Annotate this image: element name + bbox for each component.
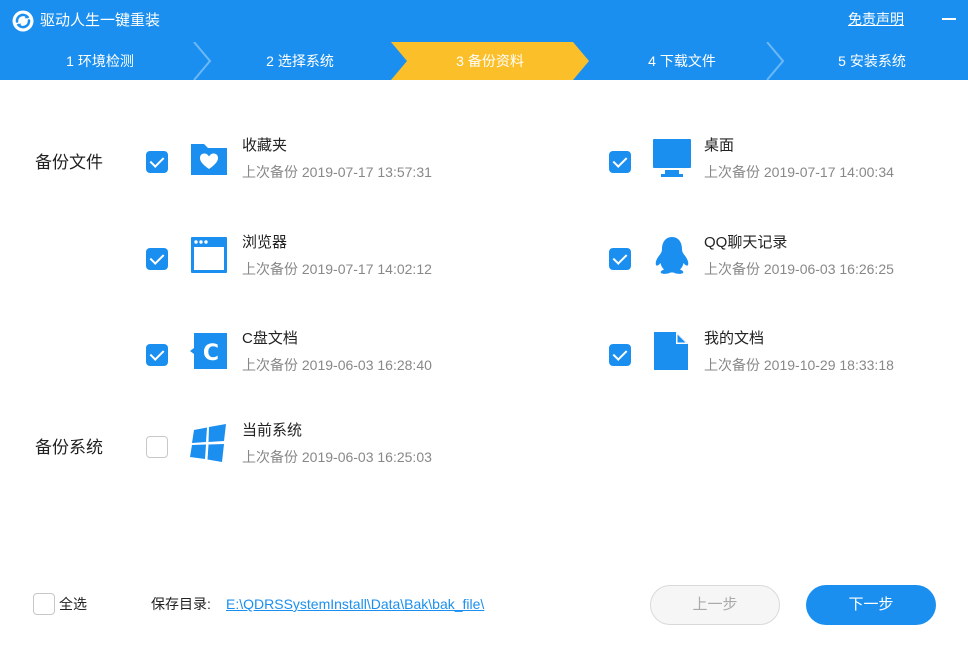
step-4: 4 下载文件 xyxy=(648,53,716,69)
favorites-title: 收藏夹 xyxy=(242,137,288,154)
my-documents-title: 我的文档 xyxy=(704,330,765,347)
my-documents-last-backup: 上次备份 2019-10-29 18:33:18 xyxy=(704,357,894,373)
c-drive-docs-title: C盘文档 xyxy=(242,330,298,347)
disclaimer-link[interactable]: 免责声明 xyxy=(848,9,904,29)
step-1: 1 环境检测 xyxy=(66,53,134,69)
qq-penguin-icon xyxy=(655,237,689,274)
qq-chat-checkbox[interactable] xyxy=(609,248,631,270)
c-drive-docs-last-backup: 上次备份 2019-06-03 16:28:40 xyxy=(242,357,432,373)
desktop-monitor-icon xyxy=(653,139,691,177)
my-document-icon xyxy=(654,332,688,370)
favorites-folder-icon xyxy=(191,144,227,175)
step-2: 2 选择系统 xyxy=(266,53,334,69)
save-directory-path-link[interactable]: E:\QDRSSystemInstall\Data\Bak\bak_file\ xyxy=(226,594,484,614)
app-logo-icon xyxy=(12,10,34,32)
save-directory-label: 保存目录: xyxy=(151,596,211,612)
desktop-title: 桌面 xyxy=(704,137,735,154)
backup-files-label: 备份文件 xyxy=(35,153,103,172)
qq-chat-last-backup: 上次备份 2019-06-03 16:26:25 xyxy=(704,261,894,277)
favorites-checkbox[interactable] xyxy=(146,151,168,173)
app-title: 驱动人生一键重装 xyxy=(40,12,161,29)
title-bar: 驱动人生一键重装 免责声明 xyxy=(0,0,968,42)
browser-title: 浏览器 xyxy=(242,234,288,251)
minimize-button[interactable] xyxy=(938,9,960,29)
qq-chat-title: QQ聊天记录 xyxy=(704,234,788,251)
select-all-label[interactable]: 全选 xyxy=(59,594,87,614)
browser-window-icon xyxy=(191,237,227,273)
svg-text:C: C xyxy=(203,341,219,366)
current-system-title: 当前系统 xyxy=(242,422,303,439)
browser-checkbox[interactable] xyxy=(146,248,168,270)
my-documents-checkbox[interactable] xyxy=(609,344,631,366)
c-drive-document-icon: C xyxy=(190,333,227,369)
step-5: 5 安装系统 xyxy=(838,53,906,69)
current-system-checkbox[interactable] xyxy=(146,436,168,458)
windows-logo-icon xyxy=(190,424,226,462)
browser-last-backup: 上次备份 2019-07-17 14:02:12 xyxy=(242,261,432,277)
step-3: 3 备份资料 xyxy=(456,53,524,69)
favorites-last-backup: 上次备份 2019-07-17 13:57:31 xyxy=(242,164,432,180)
next-step-button[interactable]: 下一步 xyxy=(806,585,936,625)
backup-system-label: 备份系统 xyxy=(35,438,103,457)
desktop-last-backup: 上次备份 2019-07-17 14:00:34 xyxy=(704,164,894,180)
previous-step-button[interactable]: 上一步 xyxy=(650,585,780,625)
select-all-checkbox[interactable] xyxy=(33,593,55,615)
current-system-last-backup: 上次备份 2019-06-03 16:25:03 xyxy=(242,449,432,465)
step-progress-bar: 1 环境检测 2 选择系统 3 备份资料 4 下载文件 5 安装系统 xyxy=(0,42,968,80)
desktop-checkbox[interactable] xyxy=(609,151,631,173)
c-drive-docs-checkbox[interactable] xyxy=(146,344,168,366)
